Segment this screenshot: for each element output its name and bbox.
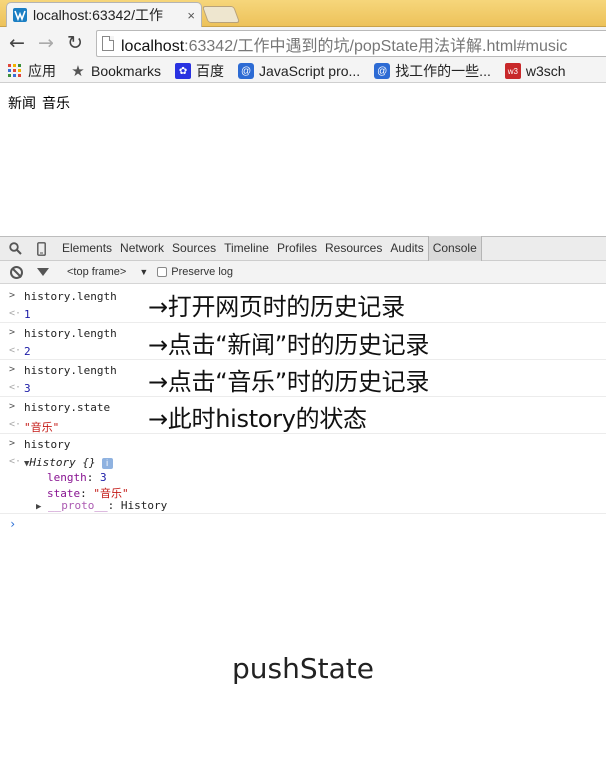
bookmark-w3school[interactable]: w3 w3sch [504, 63, 566, 79]
apps-grid-icon [7, 63, 23, 79]
console-entry: > history.length <· 1 →打开网页时的历史记录 [0, 285, 606, 323]
frame-selector[interactable]: <top frame> [67, 266, 126, 278]
annotation-note: →点击“音乐”时的历史记录 [148, 368, 430, 396]
browser-tab[interactable]: localhost:63342/工作 × [6, 2, 202, 27]
chevron-down-icon[interactable]: ▼ [139, 267, 148, 277]
input-prompt-icon: > [9, 438, 16, 449]
bookmark-javascript[interactable]: @ JavaScript pro... [238, 63, 360, 79]
bookmark-label: JavaScript pro... [259, 63, 361, 79]
result-marker-icon: <· [9, 382, 22, 393]
annotation-note: →点击“新闻”时的历史记录 [148, 331, 430, 359]
input-prompt-icon: > [9, 364, 16, 375]
console-entry: > history.length <· 2 →点击“新闻”时的历史记录 [0, 323, 606, 360]
baidu-paw-icon: ✿ [175, 63, 192, 79]
console-output: > history.length <· 1 →打开网页时的历史记录 > hist… [0, 285, 606, 531]
tab-console[interactable]: Console [427, 236, 482, 261]
bookmark-site-icon: @ [374, 63, 391, 79]
bookmarks-bar: 应用 ★ Bookmarks ✿ 百度 @ JavaScript pro... … [0, 60, 606, 83]
tab-elements[interactable]: Elements [58, 236, 116, 261]
console-command: history.length [24, 364, 117, 377]
preserve-log-checkbox[interactable] [157, 267, 168, 277]
console-command: history.length [24, 327, 117, 340]
star-icon: ★ [71, 63, 85, 80]
tab-audits[interactable]: Audits [386, 236, 427, 261]
page-icon [102, 36, 114, 51]
tab-network[interactable]: Network [116, 236, 168, 261]
close-tab-icon[interactable]: × [187, 8, 195, 23]
annotation-note: →打开网页时的历史记录 [148, 293, 405, 321]
reload-icon[interactable]: ↻ [65, 33, 85, 53]
expand-triangle-icon[interactable]: ▶ [36, 502, 41, 512]
result-marker-icon: <· [9, 308, 22, 319]
devtools-tabbar: Elements Network Sources Timeline Profil… [0, 236, 606, 261]
console-result: 1 [24, 308, 31, 321]
w3-icon: w3 [504, 63, 521, 79]
tab-strip: localhost:63342/工作 × [0, 0, 606, 27]
input-prompt-icon: > [9, 401, 16, 412]
history-object-tree[interactable]: ▼History {} i [24, 456, 113, 469]
page-viewport: 新闻 音乐 [0, 84, 606, 235]
browser-toolbar: ← → ↻ localhost:63342/工作中遇到的坑/popState用法… [0, 27, 606, 60]
webstorm-favicon-icon [13, 8, 27, 22]
console-input-prompt-icon[interactable]: › [9, 517, 16, 531]
result-marker-icon: <· [9, 419, 22, 430]
link-music[interactable]: 音乐 [42, 96, 70, 112]
address-bar[interactable]: localhost:63342/工作中遇到的坑/popState用法详解.htm… [96, 30, 606, 57]
bookmark-jobs[interactable]: @ 找工作的一些... [374, 61, 491, 81]
tab-title: localhost:63342/工作 [33, 7, 163, 23]
input-prompt-icon: > [9, 327, 16, 338]
console-entry: > history <· ▼History {} i length: 3 stat… [0, 434, 606, 514]
new-tab-button[interactable] [201, 6, 241, 23]
bookmark-bookmarks[interactable]: ★ Bookmarks [70, 63, 162, 80]
prop-proto[interactable]: ▶ __proto__: History [36, 499, 167, 512]
tab-timeline[interactable]: Timeline [220, 236, 273, 261]
console-command: history [24, 438, 71, 451]
preserve-log-label: Preserve log [171, 266, 234, 278]
back-arrow-icon[interactable]: ← [7, 33, 27, 53]
info-icon: i [101, 458, 113, 469]
clear-console-icon[interactable] [10, 265, 23, 279]
console-command: history.length [24, 290, 117, 303]
caption-text: pushState [232, 652, 374, 685]
link-news[interactable]: 新闻 [8, 96, 36, 112]
bookmark-label: w3sch [525, 63, 566, 79]
bookmark-label: 百度 [196, 63, 225, 79]
annotation-note: →此时history的状态 [148, 405, 367, 433]
inspect-search-icon[interactable] [4, 238, 26, 260]
tab-profiles[interactable]: Profiles [273, 236, 321, 261]
console-result: "音乐" [24, 421, 60, 434]
console-entry: > history.length <· 3 →点击“音乐”时的历史记录 [0, 360, 606, 397]
object-header: History {} [29, 456, 96, 469]
bookmark-site-icon: @ [238, 63, 255, 79]
console-command: history.state [24, 401, 111, 414]
tab-sources[interactable]: Sources [168, 236, 220, 261]
bookmark-baidu[interactable]: ✿ 百度 [175, 61, 224, 81]
result-marker-icon: <· [9, 456, 22, 467]
url-text: localhost:63342/工作中遇到的坑/popState用法详解.htm… [121, 37, 568, 55]
nav-links: 新闻 音乐 [8, 93, 76, 113]
console-entry: > history.state <· "音乐" →此时history的状态 [0, 397, 606, 434]
console-toolbar: <top frame> ▼ Preserve log [0, 261, 606, 284]
forward-arrow-icon[interactable]: → [36, 33, 56, 53]
filter-icon[interactable] [37, 268, 49, 276]
bookmark-label: Bookmarks [91, 63, 162, 79]
console-result: 3 [24, 382, 31, 395]
bookmark-apps[interactable]: 应用 [7, 61, 56, 81]
result-marker-icon: <· [9, 345, 22, 356]
device-mode-icon[interactable] [30, 238, 52, 260]
bookmark-label: 找工作的一些... [395, 63, 491, 79]
prop-length: length: 3 [47, 471, 107, 484]
console-result: 2 [24, 345, 31, 358]
bookmark-label: 应用 [28, 63, 56, 79]
tab-resources[interactable]: Resources [321, 236, 386, 261]
input-prompt-icon: > [9, 290, 16, 301]
